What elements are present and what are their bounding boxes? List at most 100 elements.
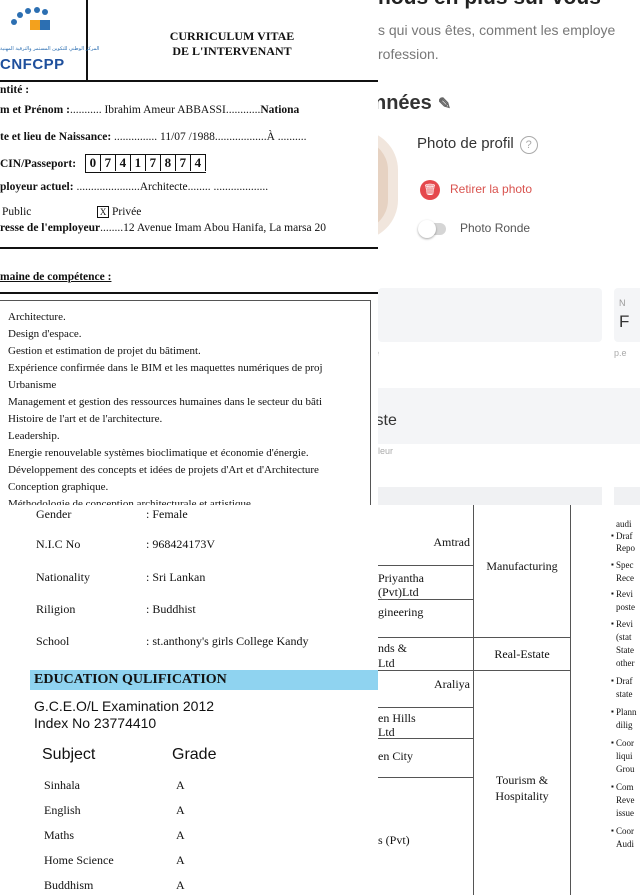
grade-header: Grade <box>172 746 217 763</box>
company-cell: Ltd <box>378 656 395 670</box>
row-divider <box>378 777 473 778</box>
company-cell: Araliya <box>434 677 470 691</box>
bullet-text: other <box>616 658 635 668</box>
subject-cell: Buddhism <box>44 878 94 892</box>
bullet-text: liqui <box>616 751 633 761</box>
bullet-text: Revi <box>616 589 633 599</box>
grade-cell: A <box>176 878 185 892</box>
nationality-value: : Sri Lankan <box>146 570 206 584</box>
bullet-text: state <box>616 689 633 699</box>
bullet-icon: ▪ <box>611 589 614 598</box>
profile-heading: nous en plus sur vous <box>378 0 601 10</box>
row-divider <box>378 637 473 638</box>
input-field[interactable] <box>614 487 640 505</box>
competence-item: Gestion et estimation de projet du bâtim… <box>8 345 201 357</box>
competence-item: Leadership. <box>8 430 60 442</box>
competence-item: Design d'espace. <box>8 328 82 340</box>
birth-value: ............... 11/07 /1988.............… <box>111 131 307 143</box>
job-title-value: iste <box>378 412 397 429</box>
bullet-text: (stat <box>616 632 632 642</box>
photo-label-row: Photo de profil? <box>417 135 538 154</box>
cin-digit: 4 <box>191 155 206 171</box>
cv-title-line1: CURRICULUM VITAE <box>169 29 295 43</box>
education-heading: EDUCATION QULIFICATION <box>30 670 378 690</box>
logo-arabic-text: المركز الوطني للتكوين المستمر والترقية ا… <box>0 46 100 52</box>
name-row: m et Prénom :........... Ibrahim Ameur A… <box>0 104 299 116</box>
bullet-text: Coor <box>616 826 634 836</box>
public-label: Public <box>2 206 32 218</box>
toggle-switch[interactable] <box>418 219 446 238</box>
round-photo-label: Photo Ronde <box>460 221 531 235</box>
bullet-text: Com <box>616 782 634 792</box>
nic-value: : 968424173V <box>146 537 215 551</box>
pencil-icon[interactable]: ✎ <box>438 94 451 114</box>
remove-photo-button[interactable]: 🗑 Retirer la photo <box>420 180 590 202</box>
bullet-text: audi <box>616 519 632 529</box>
duties-list: audi ▪ Draf Repo ▪ Spec Rece ▪ Revi poste ▪… <box>610 505 640 895</box>
bullet-icon: ▪ <box>611 676 614 685</box>
bullet-text: Draf <box>616 531 633 541</box>
trash-icon: 🗑 <box>420 180 440 200</box>
grade-cell: A <box>176 803 185 817</box>
school-row: School: st.anthony's girls College Kandy <box>36 634 308 649</box>
bullet-icon: ▪ <box>611 619 614 628</box>
competence-item: Méthodologie de conception architectural… <box>8 498 254 505</box>
cin-label: CIN/Passeport: <box>0 158 77 170</box>
bullet-icon: ▪ <box>611 707 614 716</box>
employer-row: ployeur actuel: ......................Ar… <box>0 181 268 193</box>
address-value: ........12 Avenue Imam Abou Hanifa, La m… <box>100 222 326 234</box>
nationality-label: Nationality <box>36 570 90 584</box>
address-row: resse de l'employeur........12 Avenue Im… <box>0 222 326 234</box>
cin-digit: 7 <box>176 155 191 171</box>
company-cell: en City <box>378 749 413 763</box>
subject-cell: English <box>44 803 81 817</box>
field-hint: leur <box>378 446 394 456</box>
first-name-input[interactable] <box>378 288 602 342</box>
education-title: EDUCATION QULIFICATION <box>34 672 227 687</box>
row-divider <box>473 637 570 638</box>
cin-digit: 7 <box>146 155 161 171</box>
competence-item: Architecture. <box>8 311 66 323</box>
cv-header: المركز الوطني للتكوين المستمر والترقية ا… <box>0 0 378 82</box>
bullet-text: Draf <box>616 676 633 686</box>
bullet-text: poste <box>616 602 635 612</box>
cin-digit: 0 <box>86 155 101 171</box>
logo-brand-text: CNFCPP <box>0 56 65 73</box>
exam-info: G.C.E.O/L Examination 2012 Index No 2377… <box>34 698 214 732</box>
private-checkbox[interactable]: X <box>97 206 110 219</box>
round-photo-toggle[interactable]: Photo Ronde <box>418 219 620 241</box>
school-label: School <box>36 634 70 648</box>
logo-square-orange <box>30 20 40 30</box>
bullet-icon: ▪ <box>611 826 614 835</box>
company-cell: s (Pvt) <box>378 833 410 847</box>
help-icon[interactable]: ? <box>519 136 538 154</box>
grade-cell: A <box>176 828 185 842</box>
remove-photo-label: Retirer la photo <box>450 182 533 197</box>
input-field[interactable] <box>378 487 602 505</box>
bullet-text: issue <box>616 808 634 818</box>
cv-title-line2: DE L'INTERVENANT <box>172 44 292 58</box>
bullet-text: Coor <box>616 738 634 748</box>
field-label: N <box>619 298 626 308</box>
job-title-input[interactable] <box>378 388 640 444</box>
bullet-text: Spec <box>616 560 634 570</box>
personal-cv: Gender: Female N.I.C No: 968424173V Nati… <box>0 505 378 895</box>
competence-item: Management et gestion des ressources hum… <box>8 396 323 408</box>
competence-item: Expérience confirmée dans le BIM et les … <box>8 362 323 374</box>
company-cell: Amtrad <box>433 535 470 549</box>
company-cell: Ltd <box>378 725 395 739</box>
birth-row: te et lieu de Naissance: ...............… <box>0 131 307 143</box>
cnfcpp-logo: المركز الوطني للتكوين المستمر والترقية ا… <box>0 0 99 80</box>
subject-cell: Home Science <box>44 853 114 867</box>
birth-label: te et lieu de Naissance: <box>0 131 112 143</box>
cv-title: CURRICULUM VITAE DE L'INTERVENANT <box>86 29 378 59</box>
exam-line: Index No 23774410 <box>34 715 157 731</box>
competence-item: Conception graphique. <box>8 481 109 493</box>
cin-digit: 4 <box>116 155 131 171</box>
competence-item: Développement des concepts et idées de p… <box>8 464 319 476</box>
bullet-icon: ▪ <box>611 531 614 540</box>
religion-value: : Buddhist <box>146 602 196 616</box>
grade-cell: A <box>176 853 185 867</box>
logo-square-blue <box>40 20 50 30</box>
section-divider <box>0 292 378 294</box>
